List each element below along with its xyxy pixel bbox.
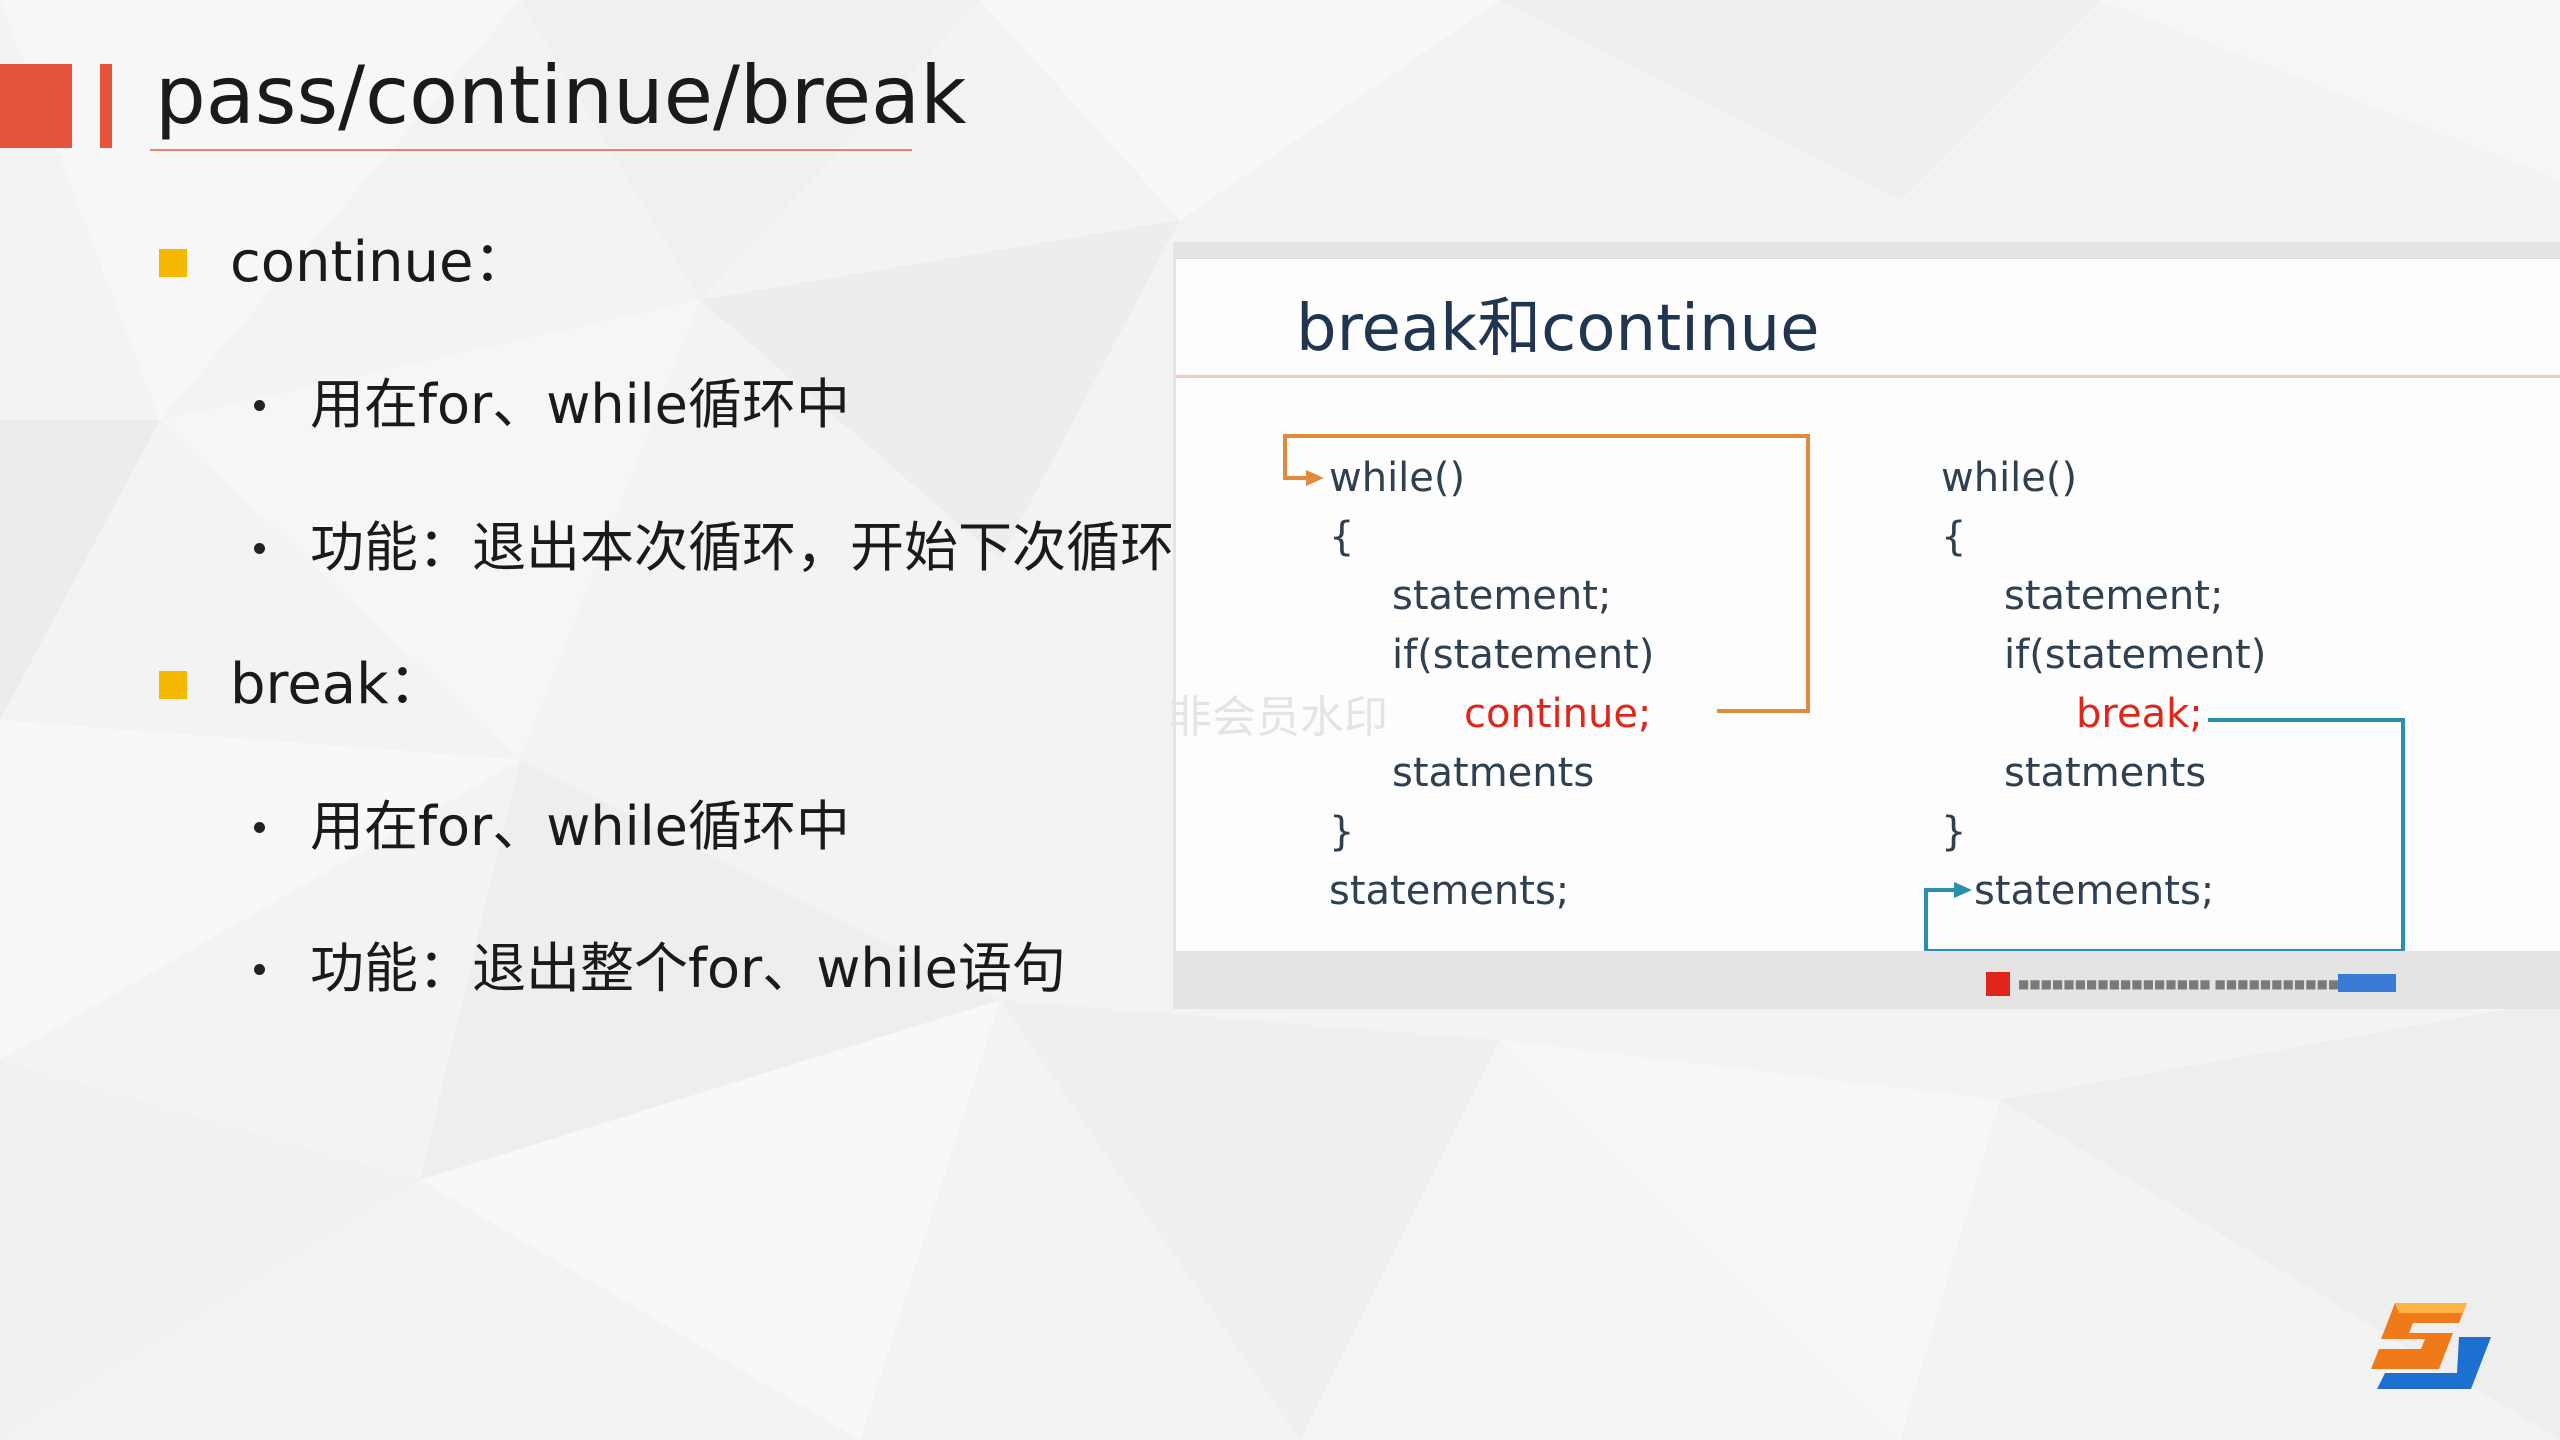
left-code-line: statements; [1329,868,1570,914]
page-title: pass/continue/break [155,49,967,142]
continue-keyword: continue; [1464,691,1652,737]
embedded-slide-canvas: break和continue while() { statement; if(s… [1176,258,2560,951]
bullet-square-icon [159,671,187,699]
right-code-line: statements; [1974,868,2215,914]
continue-arrowhead-icon [1306,470,1324,486]
right-code-line: if(statement) [2004,632,2267,678]
embedded-slide-image: break和continue while() { statement; if(s… [1173,242,2560,1009]
credit-badge [2338,974,2396,992]
break-item-function: 功能：退出整个for、while语句 [310,937,1066,1000]
left-code-line: statement; [1392,573,1612,619]
bullet-break-label: break： [230,652,445,717]
bullet-dot-icon [254,543,265,554]
video-credit-bar: ■■■■■■■■■■■■■■■■■ ■■■■■■■■■■■■■■ [1986,970,2396,998]
bullet-continue-label: continue： [230,230,530,295]
flow-arrows [1283,434,2405,951]
watermark-text: 非会员水印 [1168,692,1388,743]
right-code-line: { [1941,514,1967,560]
left-code-line: statments [1392,750,1595,796]
right-code-line: while() [1941,455,2078,501]
break-arrowhead-icon [1954,882,1972,898]
left-code-line: { [1329,514,1355,560]
break-keyword: break; [2076,691,2203,737]
continue-item-usage: 用在for、while循环中 [310,373,850,436]
right-code-line: } [1941,809,1967,855]
title-underline [150,149,912,151]
bullet-dot-icon [254,964,265,975]
break-item-usage: 用在for、while循环中 [310,795,850,858]
title-accent-block [0,64,72,148]
right-code-line: statments [2004,750,2207,796]
continue-item-function: 功能：退出本次循环，开始下次循环 [310,516,1174,579]
right-code-line: statement; [2004,573,2224,619]
bullet-square-icon [159,249,187,277]
bullet-dot-icon [254,400,265,411]
video-icon [1986,972,2010,996]
left-code-line: if(statement) [1392,632,1655,678]
left-code-line: } [1329,809,1355,855]
bullet-dot-icon [254,822,265,833]
left-code-line: while() [1329,455,1466,501]
sj-logo-icon [2371,1303,2491,1389]
title-accent-bar [100,64,112,148]
credit-text: ■■■■■■■■■■■■■■■■■ ■■■■■■■■■■■■■■ [2018,977,2374,991]
